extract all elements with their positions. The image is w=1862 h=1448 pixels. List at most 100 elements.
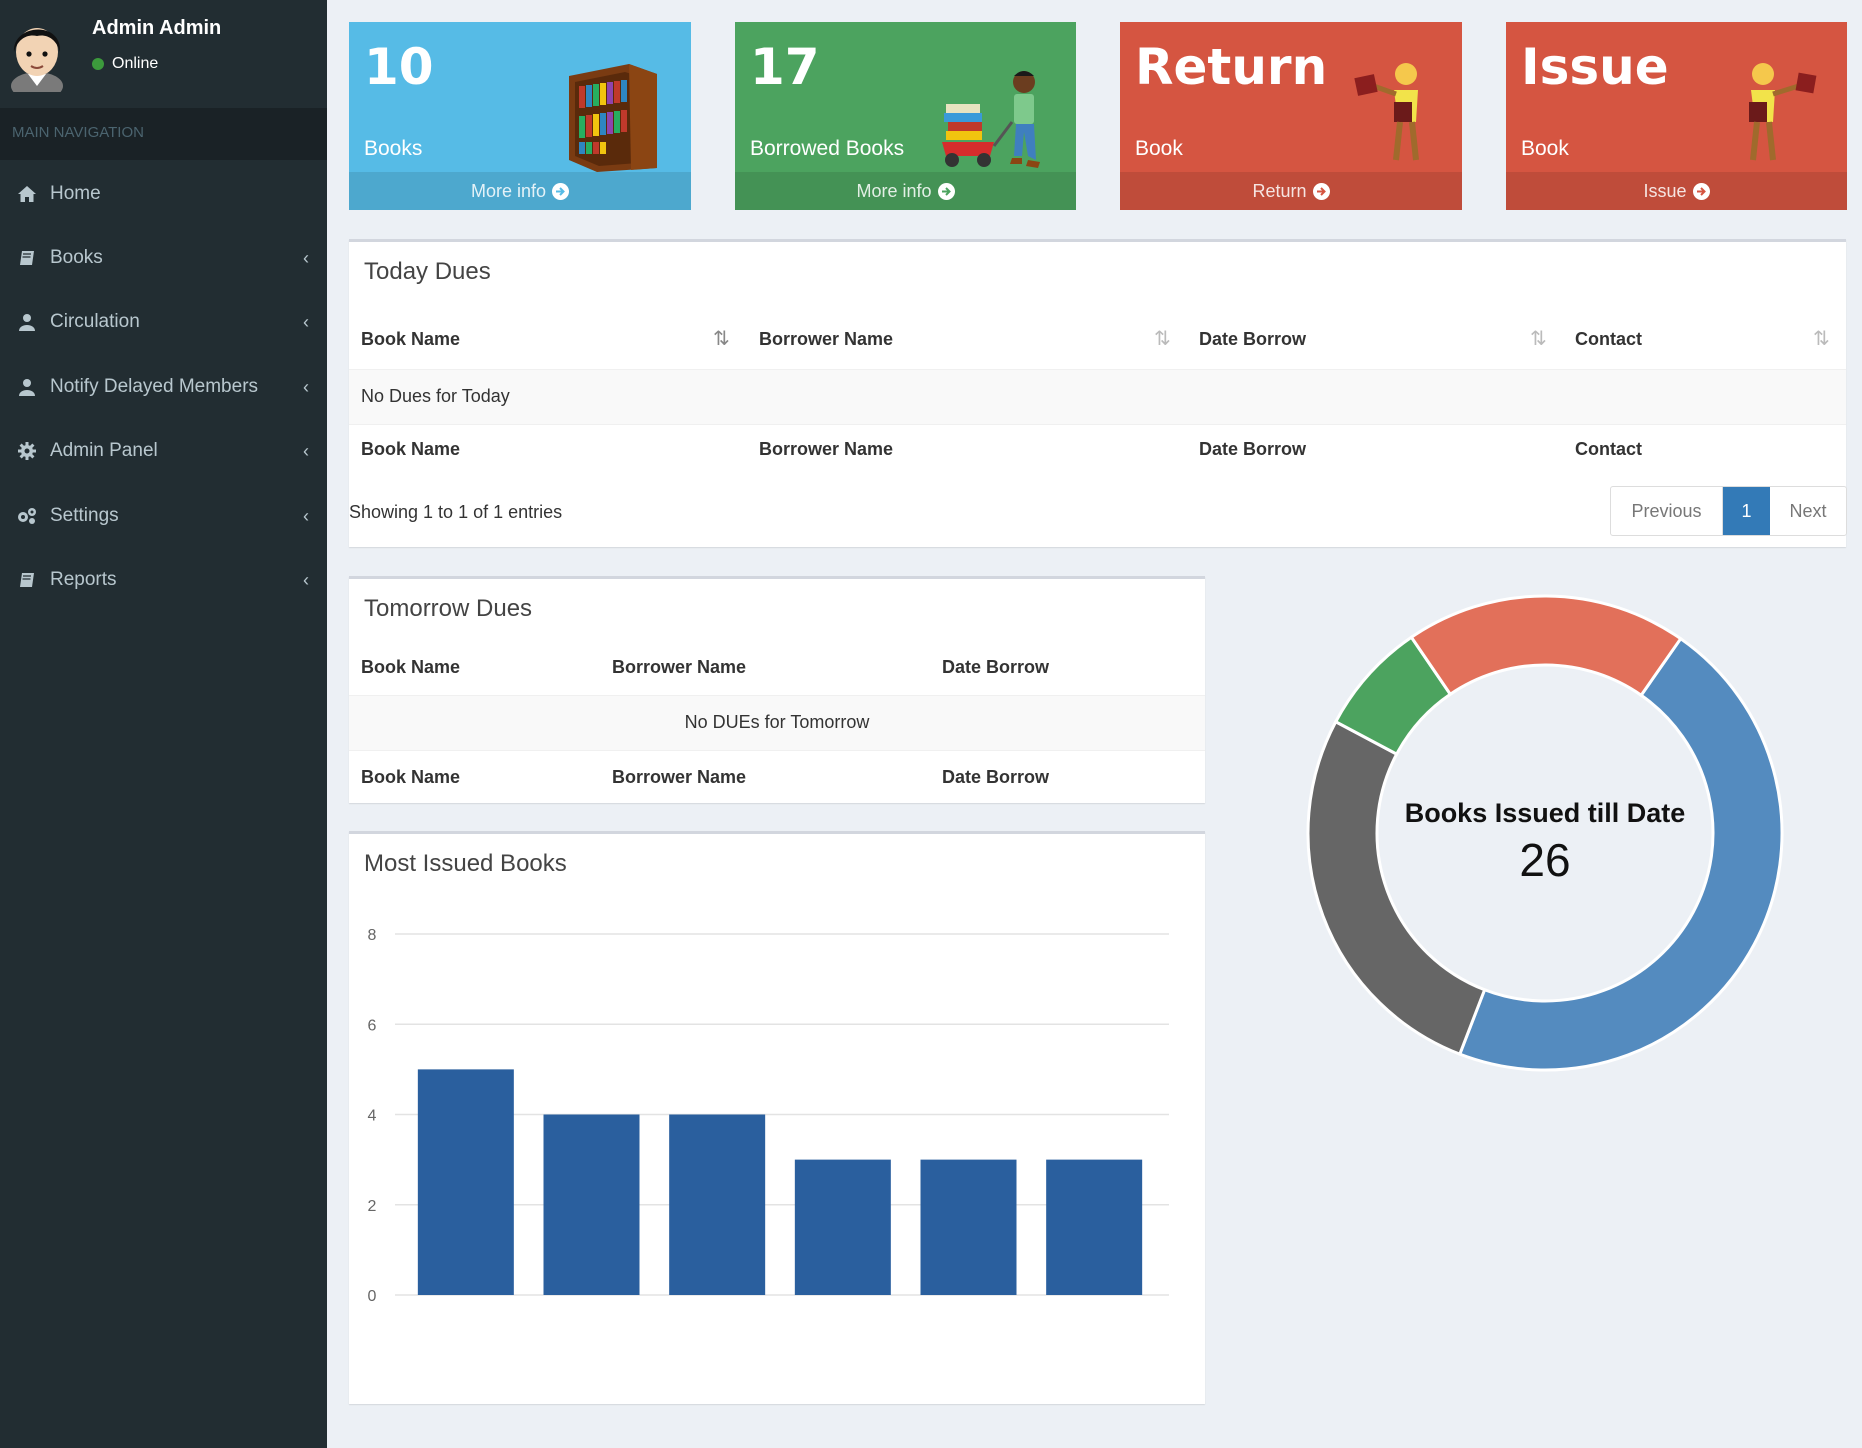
column-header-book-name[interactable]: Book Name (361, 329, 460, 350)
tomorrow-dues-title: Tomorrow Dues (364, 595, 533, 622)
column-header-borrower-name[interactable]: Borrower Name (759, 329, 893, 350)
card-value: 10 (364, 38, 434, 96)
donut-title: Books Issued till Date (1404, 798, 1686, 828)
online-status-icon (92, 58, 104, 70)
pagination-page-1[interactable]: 1 (1723, 487, 1770, 535)
y-tick-label: 2 (368, 1198, 377, 1215)
column-header-date-borrow[interactable]: Date Borrow (942, 657, 1049, 678)
sort-icon[interactable]: ⇅ (1813, 326, 1830, 351)
empty-message: No DUEs for Tomorrow (684, 712, 870, 732)
footer-book-name: Book Name (361, 767, 461, 787)
sidebar-item-label: Home (50, 183, 101, 204)
card-label: Book (1521, 137, 1569, 160)
card-link-label: Return (1252, 180, 1307, 201)
sidebar-item-reports[interactable]: Reports ‹ (0, 548, 327, 612)
column-header-borrower-name[interactable]: Borrower Name (612, 657, 746, 678)
card-value: 17 (750, 38, 820, 96)
table-row: No DUEs for Tomorrow (349, 695, 1205, 751)
donut-total: 26 (1519, 834, 1571, 886)
borrowed-books-card: 17 Borrowed Books More info (735, 22, 1076, 210)
donut-slice (1409, 594, 1683, 698)
sidebar-item-notify-delayed-members[interactable]: Notify Delayed Members ‹ (0, 355, 327, 419)
pagination-previous[interactable]: Previous (1611, 487, 1723, 535)
sort-icon[interactable]: ⇅ (1530, 326, 1547, 351)
user-name: Admin Admin (92, 17, 222, 39)
user-icon (14, 378, 40, 396)
sort-asc-icon[interactable]: ⇅ (713, 326, 730, 351)
chevron-left-icon: ‹ (303, 506, 309, 526)
home-icon (14, 185, 40, 203)
sidebar-item-label: Reports (50, 569, 117, 590)
bar (417, 1069, 514, 1295)
empty-message: No Dues for Today (361, 386, 510, 406)
gear-icon (14, 442, 40, 460)
pagination-next[interactable]: Next (1770, 487, 1846, 535)
return-link[interactable]: Return (1120, 172, 1462, 210)
books-count-card: 10 Books More info (349, 22, 691, 210)
card-value: Issue (1521, 38, 1669, 96)
arrow-circle-right-icon (1692, 182, 1710, 200)
sidebar-item-home[interactable]: Home (0, 162, 327, 226)
card-label: Books (364, 137, 423, 160)
card-link-label: Issue (1643, 180, 1687, 201)
more-info-link[interactable]: More info (349, 172, 691, 210)
arrow-circle-right-icon (552, 182, 570, 200)
issue-book-card: Issue Book Issue (1506, 22, 1847, 210)
user-avatar (11, 28, 63, 92)
bar (543, 1114, 640, 1295)
user-status-label: Online (112, 55, 159, 72)
person-with-book-icon (1354, 63, 1419, 161)
column-header-date-borrow[interactable]: Date Borrow (1199, 329, 1306, 350)
column-header-contact[interactable]: Contact (1575, 329, 1642, 350)
footer-date-borrow: Date Borrow (1199, 439, 1307, 459)
y-tick-label: 0 (368, 1288, 377, 1305)
sidebar: Admin Admin Online MAIN NAVIGATION Home … (0, 0, 327, 1448)
card-link-label: More info (856, 180, 932, 201)
user-icon (14, 313, 40, 331)
bar (1046, 1159, 1143, 1295)
tomorrow-dues-box: Tomorrow Dues Book Name Borrower Name Da… (349, 576, 1205, 803)
bar-chart: 0 2 4 6 8 (368, 927, 1169, 1305)
chevron-left-icon: ‹ (303, 570, 309, 590)
more-info-link[interactable]: More info (735, 172, 1076, 210)
bar (920, 1159, 1017, 1295)
chevron-left-icon: ‹ (303, 248, 309, 268)
today-dues-title: Today Dues (364, 258, 491, 285)
boy-with-wagon-icon (942, 71, 1040, 168)
sidebar-item-settings[interactable]: Settings ‹ (0, 484, 327, 548)
y-tick-label: 6 (368, 1017, 377, 1034)
footer-date-borrow: Date Borrow (942, 767, 1050, 787)
column-header-book-name[interactable]: Book Name (361, 657, 460, 678)
footer-borrower-name: Borrower Name (759, 439, 894, 459)
chevron-left-icon: ‹ (303, 312, 309, 332)
sidebar-item-admin-panel[interactable]: Admin Panel ‹ (0, 419, 327, 483)
arrow-circle-right-icon (1312, 182, 1330, 200)
book-icon (14, 571, 40, 589)
card-value: Return (1135, 38, 1328, 96)
entries-info: Showing 1 to 1 of 1 entries (349, 502, 563, 522)
sort-icon[interactable]: ⇅ (1154, 326, 1171, 351)
sidebar-item-books[interactable]: Books ‹ (0, 226, 327, 290)
y-tick-label: 8 (368, 927, 377, 944)
footer-borrower-name: Borrower Name (612, 767, 747, 787)
card-link-label: More info (470, 180, 547, 201)
arrow-circle-right-icon (937, 182, 955, 200)
nav-header: MAIN NAVIGATION (0, 108, 327, 160)
sidebar-item-circulation[interactable]: Circulation ‹ (0, 290, 327, 354)
card-label: Borrowed Books (750, 137, 905, 160)
footer-contact: Contact (1575, 439, 1642, 459)
sidebar-item-label: Admin Panel (50, 440, 158, 461)
chevron-left-icon: ‹ (303, 377, 309, 397)
y-tick-label: 4 (368, 1108, 377, 1125)
pagination: Previous 1 Next (1610, 486, 1847, 536)
sidebar-item-label: Notify Delayed Members (50, 376, 259, 397)
chevron-left-icon: ‹ (303, 441, 309, 461)
sidebar-item-label: Circulation (50, 311, 140, 332)
user-panel: Admin Admin Online (0, 0, 327, 106)
person-with-book-icon (1749, 63, 1817, 161)
book-icon (14, 249, 40, 267)
bar (794, 1159, 891, 1295)
donut-slice (1306, 719, 1487, 1057)
card-label: Book (1135, 137, 1183, 160)
issue-link[interactable]: Issue (1506, 172, 1847, 210)
